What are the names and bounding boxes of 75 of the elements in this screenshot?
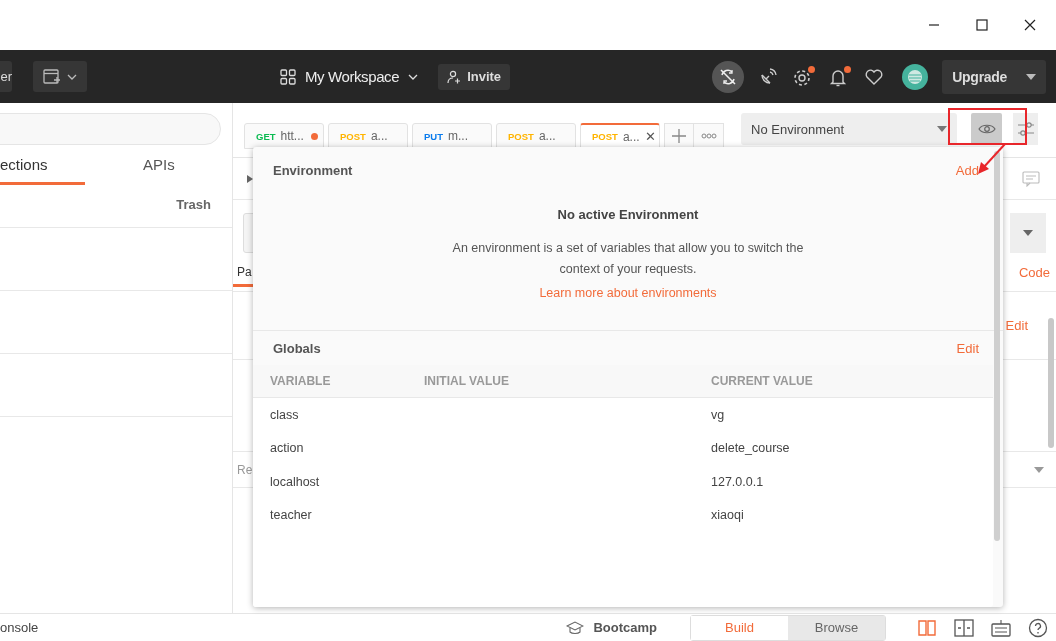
chevron-down-icon <box>67 73 77 80</box>
graduation-cap-icon <box>566 620 585 635</box>
keyboard-icon[interactable] <box>991 618 1011 637</box>
method-label: POST <box>592 131 618 142</box>
invite-button[interactable]: Invite <box>438 63 511 90</box>
eye-icon <box>977 123 996 135</box>
console-button[interactable]: onsole <box>0 620 39 635</box>
caret-icon <box>937 126 947 132</box>
section-title: Environment <box>273 162 353 178</box>
table-cell-text: 127.0.0.1 <box>711 474 765 489</box>
search-field[interactable] <box>0 113 221 145</box>
column-header: CURRENT VALUE <box>711 374 814 388</box>
method-label: PUT <box>424 130 443 142</box>
environment-dropdown[interactable]: No Environment <box>741 113 957 145</box>
new-window-button[interactable] <box>33 61 87 92</box>
help-icon[interactable] <box>1028 617 1048 638</box>
tab-title: a... <box>370 129 388 143</box>
tab-title: htt... <box>280 129 304 143</box>
column-header: INITIAL VALUE <box>424 374 510 388</box>
satellite-dish-icon[interactable] <box>758 66 779 87</box>
close-icon[interactable] <box>1024 19 1036 31</box>
request-tab[interactable]: GET htt... <box>244 123 324 149</box>
tab-title: a... <box>622 129 640 144</box>
table-cell-text: delete_course <box>711 441 791 456</box>
send-menu-button[interactable] <box>1010 212 1046 253</box>
request-tab[interactable]: POST a... <box>496 123 576 149</box>
request-tab[interactable]: PUT m... <box>412 123 492 149</box>
quick-look-button[interactable] <box>971 113 1002 145</box>
table-cell-text: class <box>270 407 300 422</box>
header-button[interactable]: er <box>0 61 12 92</box>
method-label: POST <box>508 130 534 142</box>
sync-off-icon[interactable] <box>712 60 745 93</box>
bootcamp-button[interactable]: Bootcamp <box>566 620 657 635</box>
mode-tab[interactable]: Browse <box>788 615 885 640</box>
empty-title: No active Environment <box>557 207 699 222</box>
response-label: Re <box>237 462 253 477</box>
caret-icon[interactable] <box>1034 466 1044 473</box>
caret-icon <box>1026 73 1036 80</box>
window-plus-icon <box>43 68 61 85</box>
workspace-switcher[interactable]: My Workspace <box>280 61 419 92</box>
maximize-icon[interactable] <box>976 19 988 31</box>
caret-icon <box>1023 229 1033 236</box>
sliders-icon <box>1016 121 1035 137</box>
book-icon[interactable] <box>917 618 937 637</box>
trash-link[interactable]: Trash <box>176 195 211 213</box>
sidebar-tab[interactable]: ections <box>0 151 85 185</box>
expand-arrow-icon[interactable] <box>247 174 253 183</box>
grid-icon <box>280 68 296 85</box>
method-label: POST <box>340 130 366 142</box>
two-pane-icon[interactable] <box>954 618 974 637</box>
add-user-icon <box>447 69 462 84</box>
new-tab-button[interactable] <box>664 123 694 149</box>
avatar-icon[interactable] <box>902 63 929 90</box>
tab-title: m... <box>448 129 468 143</box>
method-label: GET <box>256 130 276 142</box>
more-icon <box>700 133 717 139</box>
table-cell-text: vg <box>711 407 726 422</box>
request-tab[interactable]: POST a... ✕ <box>580 123 660 149</box>
plus-icon <box>672 129 686 143</box>
table-cell-text: localhost <box>270 474 321 489</box>
scrollbar[interactable] <box>994 151 1000 541</box>
close-tab-button[interactable]: ✕ <box>644 129 656 144</box>
chevron-down-icon <box>408 73 419 80</box>
table-cell-text: action <box>270 441 305 456</box>
pointer-arrow <box>977 142 1007 176</box>
scrollbar[interactable] <box>1048 318 1054 448</box>
section-title: Globals <box>273 340 321 356</box>
column-header: VARIABLE <box>270 374 332 388</box>
table-cell-text: teacher <box>270 508 313 523</box>
tab-title: a... <box>538 129 556 143</box>
table-cell-text: xiaoqi <box>711 508 745 523</box>
empty-description: An environment is a set of variables that allow you to switch the context of your requests. <box>451 240 805 278</box>
sidebar-tab[interactable]: APIs <box>143 151 175 185</box>
heart-icon[interactable] <box>864 66 885 87</box>
request-tab[interactable]: POST a... <box>328 123 408 149</box>
